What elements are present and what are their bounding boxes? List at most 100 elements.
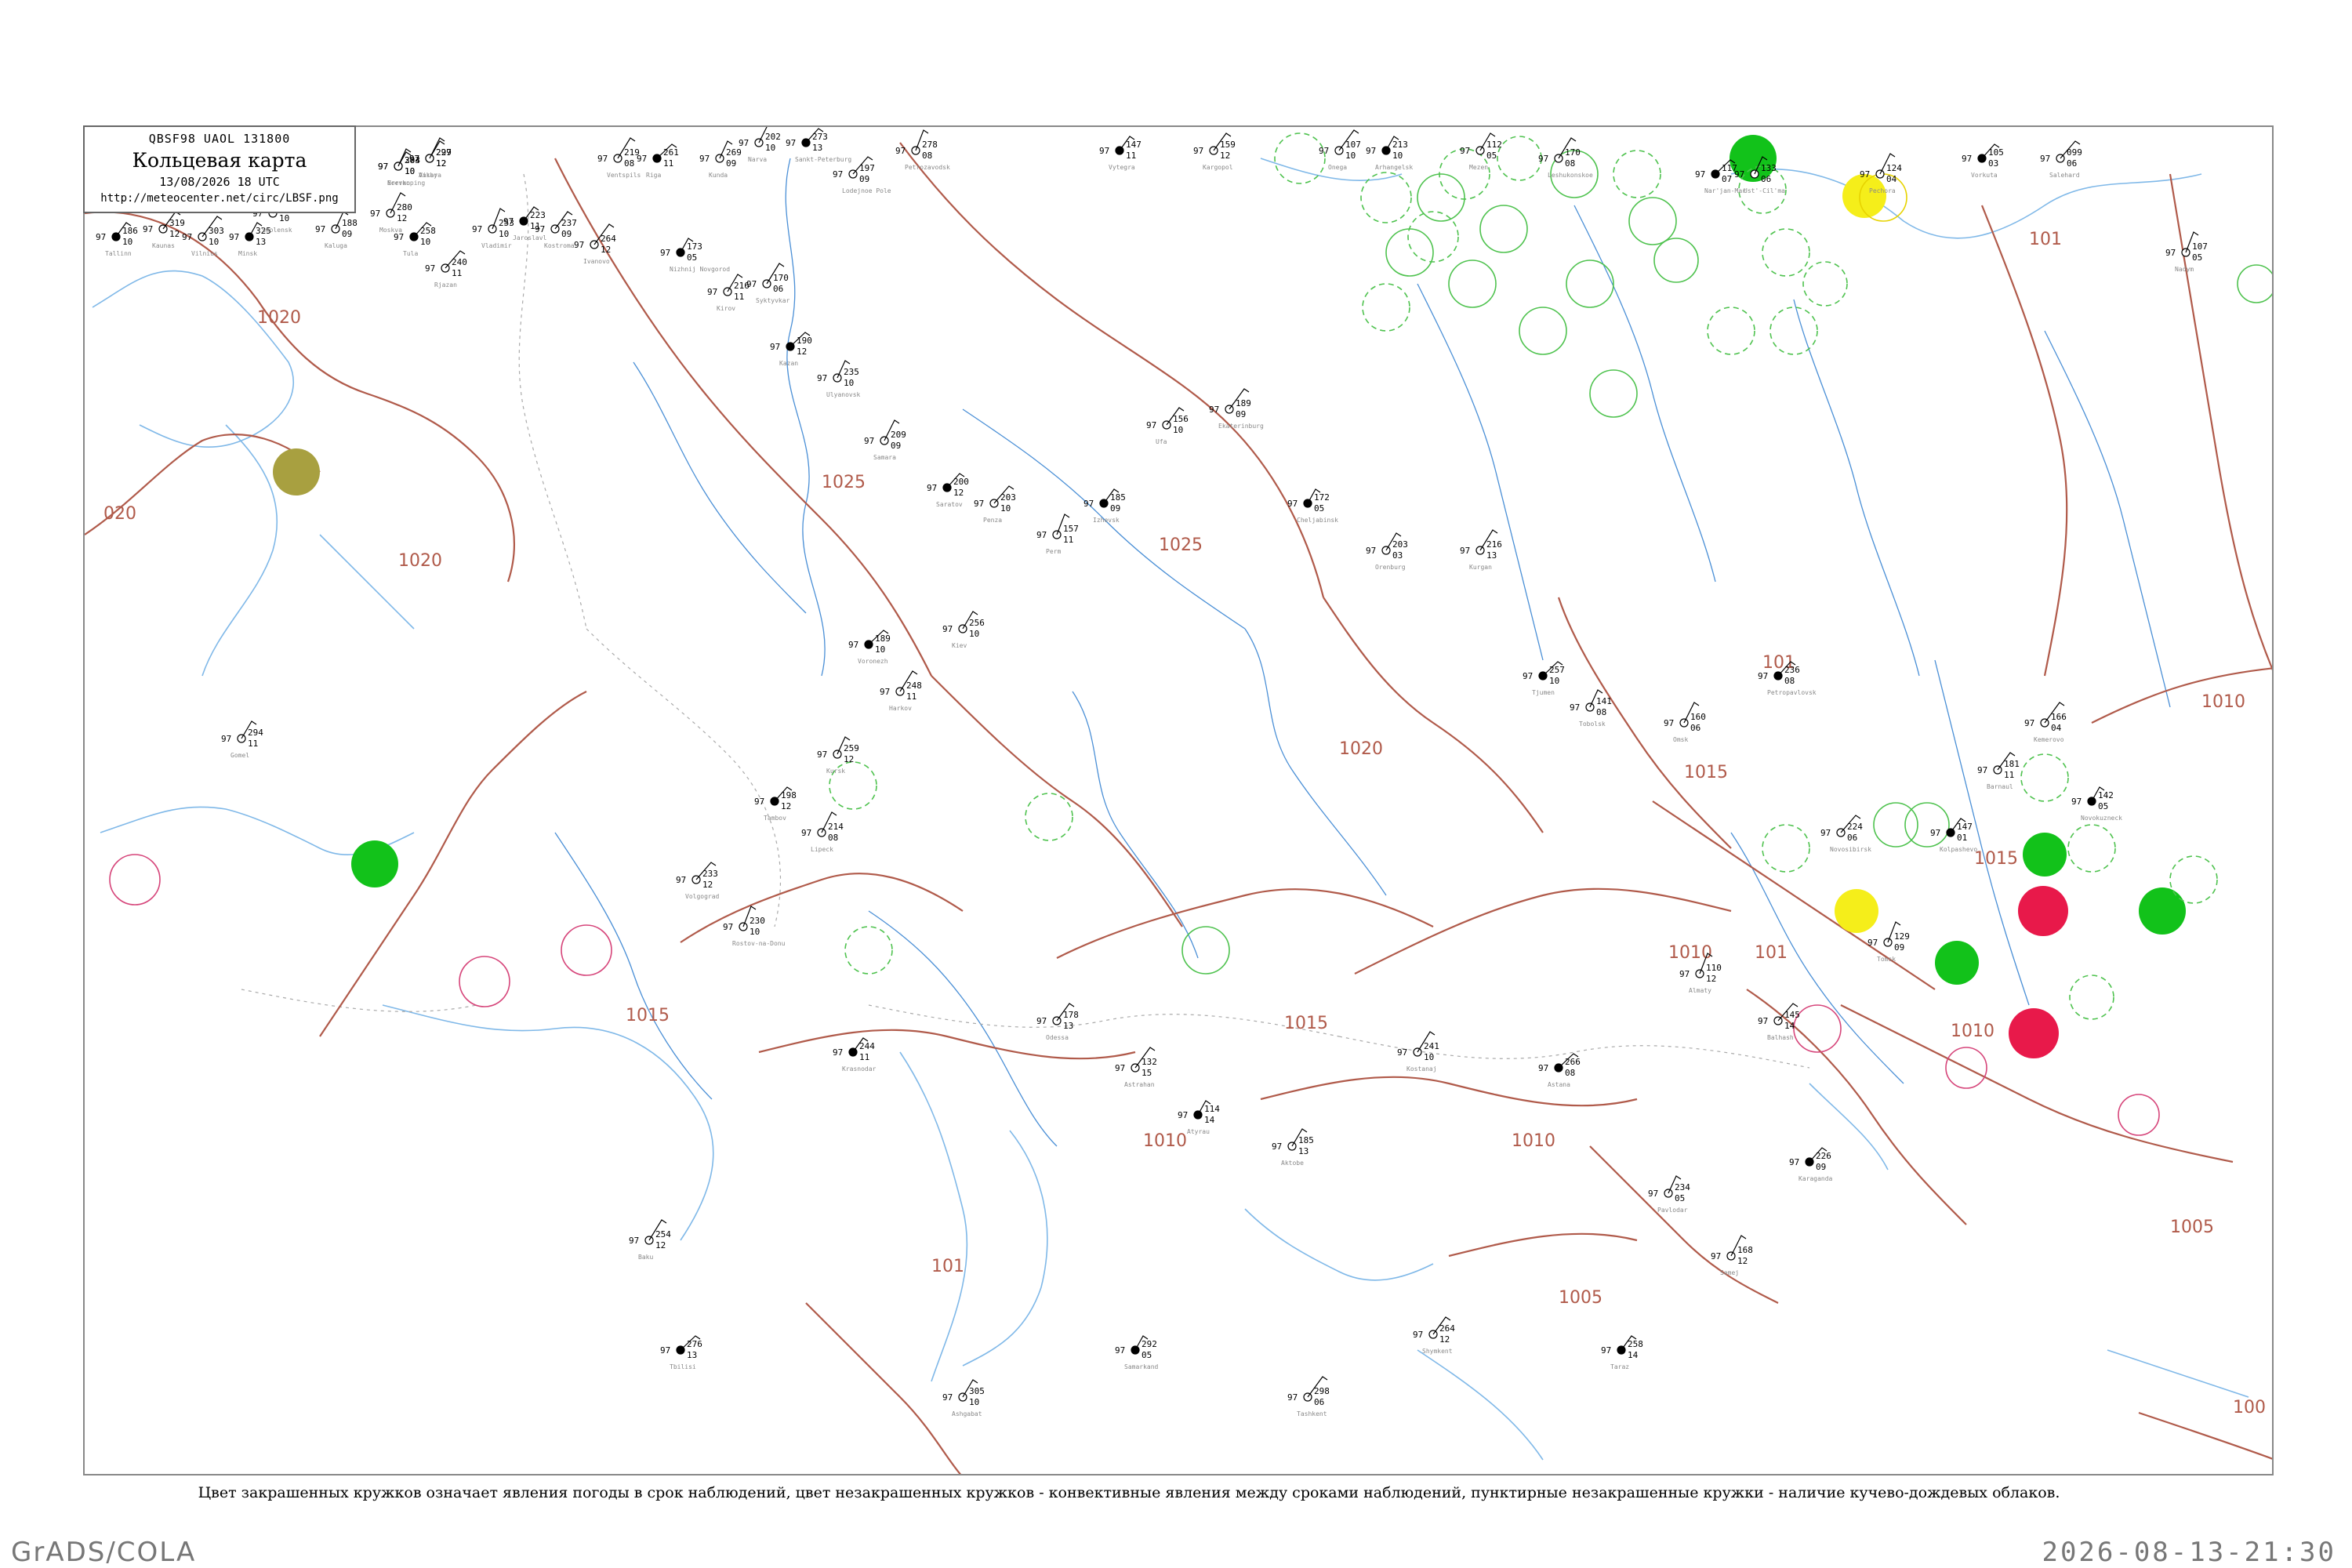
dewpoint-value: 12 [1220,151,1230,161]
thunder-rings [1181,150,2272,975]
station-name: Kolpashevo [1940,846,1977,853]
dewpoint-value: 10 [844,378,854,388]
dewpoint-value: 13 [256,237,266,247]
map-info-box: QBSF98 UAOL 131800 Кольцевая карта 13/08… [83,125,356,213]
pressure-value: 303 [209,226,224,236]
temperature-value: 97 [1460,546,1470,556]
map-date: 13/08/2026 18 UTC [159,175,280,189]
station-name: Kostanaj [1406,1065,1437,1073]
temperature-value: 97 [1099,146,1109,156]
station-plot: 264 97 12 Ivanovo [574,223,616,265]
station-name: Tallinn [105,250,132,257]
pressure-value: 189 [1236,398,1251,408]
station-name: Riga [646,172,661,179]
station-name: Kargopol [1203,164,1233,171]
station-plot: 156 97 10 Ufa [1146,407,1189,445]
temperature-value: 97 [880,687,890,697]
pressure-value: 298 [1314,1386,1330,1396]
temperature-value: 97 [660,1345,670,1356]
isobar-label: 020 [103,504,136,524]
pressure-value: 278 [922,140,938,150]
station-name: Leshukonskoe [1548,172,1593,179]
pressure-value: 237 [561,218,577,228]
station-name: Nizhnij Novgorod [670,266,730,273]
station-plot: 105 97 03 Vorkuta [1962,143,2004,179]
pressure-value: 200 [953,477,969,487]
temperature-value: 97 [1397,1047,1407,1058]
station-plot: 189 97 10 Voronezh [848,630,891,665]
dewpoint-value: 13 [1063,1021,1073,1031]
dewpoint-value: 10 [765,143,775,153]
dewpoint-value: 10 [420,237,430,247]
dewpoint-value: 10 [1173,425,1183,435]
temperature-value: 97 [848,640,858,650]
temperature-value: 97 [1413,1330,1423,1340]
dewpoint-value: 05 [1314,503,1324,514]
station-name: Novokuzneck [2081,815,2122,822]
dewpoint-value: 11 [859,1052,869,1062]
station-plot: 226 97 09 Karaganda [1789,1147,1833,1182]
temperature-value: 97 [817,373,827,383]
station-name: Voronezh [858,658,888,665]
station-name: Kiev [952,642,967,649]
station-plot: 248 97 11 Harkov [880,670,922,712]
station-plot: 209 97 09 Samara [864,419,906,461]
station-name: Ivanovo [583,258,610,265]
cb-cloud-rings [829,132,2218,1020]
render-timestamp: 2026-08-13-21:30 [2042,1537,2336,1568]
dewpoint-value: 11 [452,268,462,278]
pressure-value: 299 [436,147,452,158]
temperature-value: 97 [1036,530,1047,540]
dewpoint-value: 09 [726,158,736,169]
thunderstorm-marker [2139,887,2186,935]
station-name: Kemerovo [2034,736,2064,743]
station-name: Astrahan [1124,1081,1155,1088]
temperature-value: 97 [1115,1063,1125,1073]
pressure-value: 254 [655,1229,671,1240]
station-plot: 240 97 11 Rjazan [425,250,467,289]
station-plot: 181 97 11 Barnaul [1977,752,2020,790]
station-name: Harkov [889,705,912,712]
pressure-value: 112 [1486,140,1502,150]
temperature-value: 97 [1758,671,1768,681]
isobar-label: 1010 [2201,692,2245,712]
pressure-value: 294 [248,728,263,738]
temperature-value: 97 [1664,718,1674,728]
station-name: Aktobe [1281,1160,1304,1167]
temperature-value: 97 [2024,718,2034,728]
dewpoint-value: 12 [844,754,854,764]
station-plot: 160 97 06Omsk [1664,702,1706,743]
temperature-value: 97 [942,624,953,634]
station-plot: 216 97 13 Kurgan [1460,529,1502,571]
dewpoint-value: 01 [1957,833,1967,843]
dewpoint-value: 05 [2098,801,2108,811]
station-name: Samarkand [1124,1363,1159,1370]
dewpoint-value: 10 [1424,1052,1434,1062]
station-plot: 173 97 05 Nizhnij Novgorod [660,238,730,273]
station-plot: 303 97 10 Vilnius [182,216,224,257]
station-name: Semej [1720,1269,1739,1276]
station-name: Ashgabat [952,1410,982,1417]
station-name: Shymkent [1422,1348,1453,1355]
dewpoint-value: 14 [1784,1021,1795,1031]
temperature-value: 97 [394,232,404,242]
station-name: Minsk [238,250,257,257]
dewpoint-value: 08 [922,151,932,161]
pressure-value: 132 [1142,1057,1157,1067]
station-name: Mezen [1469,164,1488,171]
pressure-value: 223 [530,210,546,220]
station-name: Rjazan [434,281,457,289]
isobar-label: 1015 [1684,763,1728,782]
temperature-value: 97 [927,483,937,493]
station-plot: 190 97 12 Kazan [770,332,812,367]
station-name: Omsk [1673,736,1688,743]
dewpoint-value: 14 [1628,1350,1639,1360]
dewpoint-value: 12 [436,158,446,169]
dewpoint-value: 10 [122,237,132,247]
station-name: Kaluga [325,242,347,249]
temperature-value: 97 [378,162,388,172]
station-plot: 261 97 11Riga [637,143,679,179]
pressure-value: 159 [1220,140,1236,150]
legend-caption: Цвет закрашенных кружков означает явлени… [198,1484,2060,1501]
isobar-label: 1010 [1512,1131,1555,1151]
